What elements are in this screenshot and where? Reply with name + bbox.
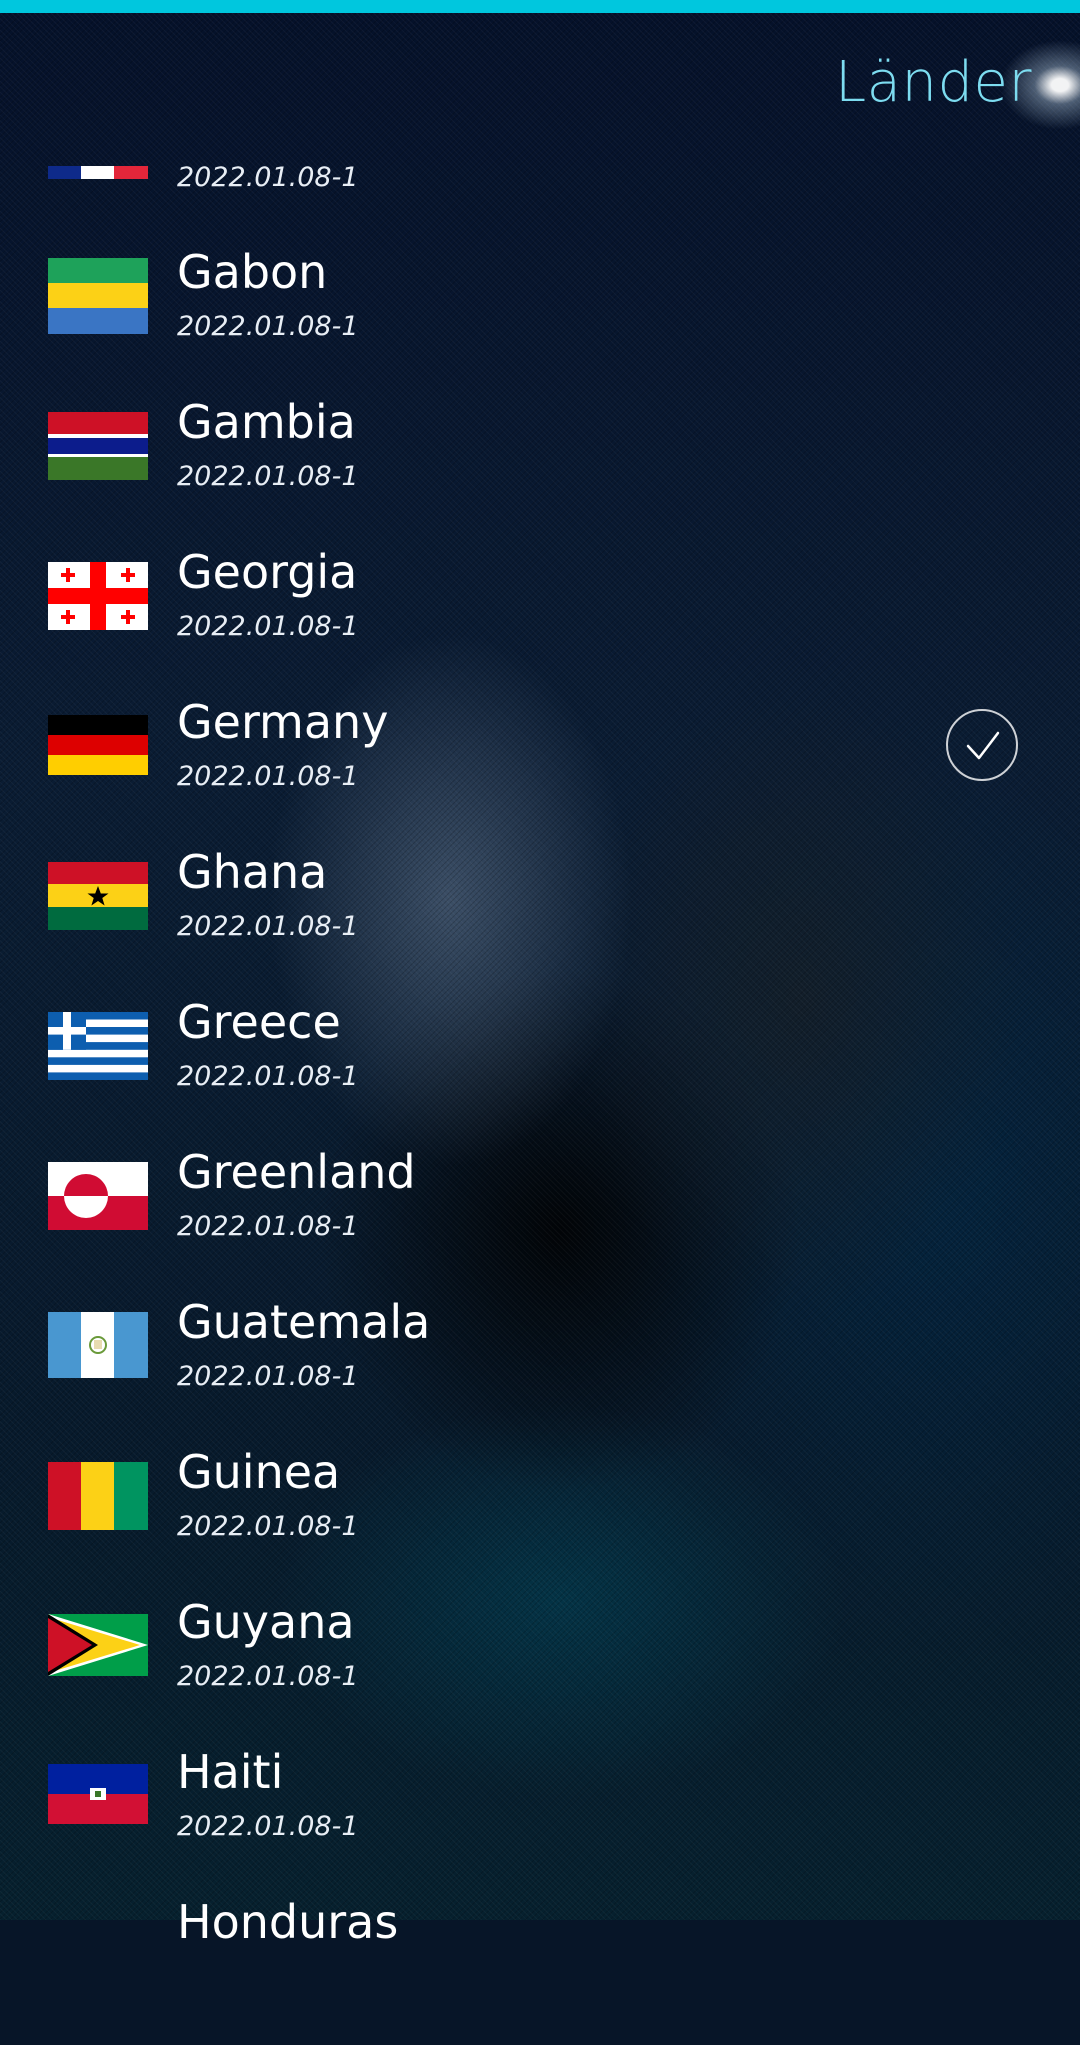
gabon-flag-icon: [48, 258, 148, 334]
guyana-flag-icon: [48, 1614, 148, 1676]
gambia-flag-icon: [48, 412, 148, 480]
list-item[interactable]: Gabon 2022.01.08-1: [0, 245, 1080, 395]
item-name: Guinea: [177, 1445, 341, 1499]
list-item[interactable]: Ghana 2022.01.08-1: [0, 845, 1080, 995]
item-name: Haiti: [177, 1745, 284, 1799]
list-item[interactable]: Haiti 2022.01.08-1: [0, 1745, 1080, 1895]
greenland-flag-icon: [48, 1162, 148, 1230]
item-date: 2022.01.08-1: [177, 461, 359, 492]
list-item[interactable]: Gambia 2022.01.08-1: [0, 395, 1080, 545]
item-name: Guatemala: [177, 1295, 431, 1349]
checkmark-icon: [946, 709, 1018, 781]
item-date: 2022.01.08-1: [177, 1211, 359, 1242]
greece-flag-icon: [48, 1012, 148, 1080]
item-name: Gambia: [177, 395, 356, 449]
item-name: Greece: [177, 995, 341, 1049]
list-item[interactable]: Honduras: [0, 1895, 1080, 2045]
item-date: 2022.01.08-1: [177, 1511, 359, 1542]
item-name: Greenland: [177, 1145, 416, 1199]
germany-flag-icon: [48, 715, 148, 775]
item-date: 2022.01.08-1: [177, 1661, 359, 1692]
item-name: Ghana: [177, 845, 328, 899]
list-item[interactable]: Greece 2022.01.08-1: [0, 995, 1080, 1145]
item-name: Honduras: [177, 1895, 399, 1949]
country-list: 2022.01.08-1 Gabon 2022.01.08-1 Gambia 2…: [0, 0, 1080, 1949]
list-item[interactable]: Georgia 2022.01.08-1: [0, 545, 1080, 695]
item-date: 2022.01.08-1: [177, 1061, 359, 1092]
item-date: 2022.01.08-1: [177, 1811, 359, 1842]
haiti-flag-icon: [48, 1764, 148, 1824]
item-date: 2022.01.08-1: [177, 1361, 359, 1392]
list-item[interactable]: Greenland 2022.01.08-1: [0, 1145, 1080, 1295]
list-item[interactable]: Guyana 2022.01.08-1: [0, 1595, 1080, 1745]
georgia-flag-icon: [48, 562, 148, 630]
item-name: Germany: [177, 695, 389, 749]
list-item[interactable]: Guinea 2022.01.08-1: [0, 1445, 1080, 1595]
item-date: 2022.01.08-1: [177, 311, 359, 342]
item-date: 2022.01.08-1: [177, 911, 359, 942]
item-name: Guyana: [177, 1595, 355, 1649]
item-name: Georgia: [177, 545, 358, 599]
item-date: 2022.01.08-1: [177, 162, 359, 193]
item-date: 2022.01.08-1: [177, 611, 359, 642]
guatemala-flag-icon: [48, 1312, 148, 1378]
list-item[interactable]: Guatemala 2022.01.08-1: [0, 1295, 1080, 1445]
guinea-flag-icon: [48, 1462, 148, 1530]
list-item-selected[interactable]: Germany 2022.01.08-1: [0, 695, 1080, 845]
item-date: 2022.01.08-1: [177, 761, 359, 792]
ghana-flag-icon: [48, 862, 148, 930]
france-flag-icon: [48, 166, 148, 179]
item-name: Gabon: [177, 245, 328, 299]
